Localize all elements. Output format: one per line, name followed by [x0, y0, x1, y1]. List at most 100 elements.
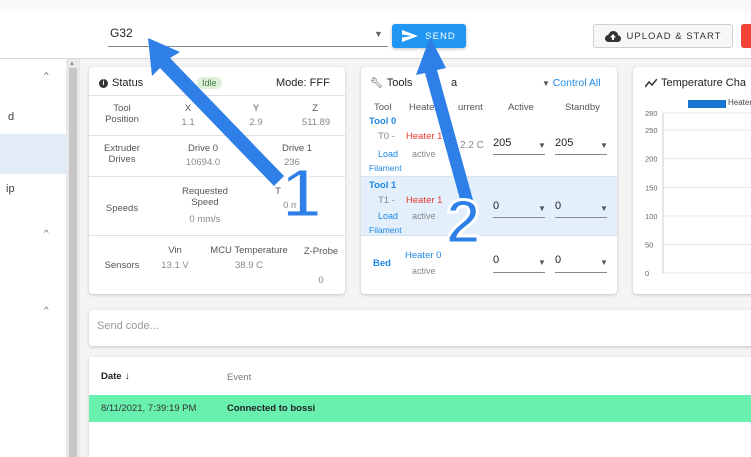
top-strip: [0, 0, 751, 12]
sidebar-active-item[interactable]: [0, 134, 66, 174]
tool-0-filament-label[interactable]: Filament: [369, 163, 402, 173]
temperature-title: Temperature Cha: [661, 77, 746, 89]
event-column-header[interactable]: Event: [227, 372, 251, 383]
tool-0-heater[interactable]: Heater 1: [406, 131, 442, 142]
extruder-drives-label: Extruder Drives: [104, 143, 140, 165]
mcu-temperature-value: 38.9 C: [235, 260, 263, 271]
tool-position-label: Tool Position: [105, 103, 139, 125]
control-all-label: Control All: [552, 77, 601, 89]
tool-0-id: T0 -: [378, 131, 395, 142]
select-underline: [555, 154, 607, 155]
sidebar-item-label[interactable]: d: [8, 111, 14, 123]
bed-name[interactable]: Bed: [373, 258, 391, 269]
tool-0-active-select[interactable]: 205: [493, 137, 511, 149]
tool-0-standby-select[interactable]: 205: [555, 137, 573, 149]
drive-1-label: Drive 1: [281, 143, 313, 154]
chevron-down-icon[interactable]: ▼: [600, 258, 608, 267]
scrollbar-thumb[interactable]: [69, 68, 77, 457]
sidebar-item-label[interactable]: ip: [6, 183, 15, 195]
info-icon: i: [99, 78, 108, 88]
col-current-header: urrent: [458, 102, 483, 113]
send-code-input[interactable]: [89, 310, 751, 346]
chevron-down-icon[interactable]: ▼: [538, 204, 546, 213]
chevron-down-icon[interactable]: ▼: [538, 141, 546, 150]
z-probe-label: Z-Probe: [303, 246, 339, 257]
y-tick-label: 0: [645, 269, 649, 278]
bed-heater[interactable]: Heater 0: [405, 250, 441, 261]
scroll-up-icon[interactable]: ▲: [69, 61, 75, 67]
tool-0-name[interactable]: Tool 0: [369, 116, 396, 127]
vin-value: 13.1 V: [161, 260, 189, 271]
y-tick-label: 250: [645, 126, 658, 135]
tools-title-fragment: a: [451, 77, 458, 89]
mode-label: Mode: FFF: [276, 77, 330, 89]
select-underline: [493, 272, 545, 273]
emergency-stop-button[interactable]: [741, 24, 751, 48]
bed-active-select[interactable]: 0: [493, 254, 499, 266]
chevron-down-icon: ▼: [542, 79, 550, 88]
chevron-up-icon[interactable]: ^: [44, 72, 49, 80]
arrow-down-icon: ↓: [124, 371, 130, 382]
tool-1-active-select[interactable]: 0: [493, 200, 499, 212]
tool-1-standby-select[interactable]: 0: [555, 200, 561, 212]
speeds-label: Speeds: [105, 203, 139, 214]
tool-1-name[interactable]: Tool 1: [369, 180, 396, 191]
axis-z-label: Z: [312, 103, 318, 114]
sensors-label: Sensors: [104, 260, 140, 271]
tool-0-load-button[interactable]: Load: [378, 149, 398, 159]
select-underline: [493, 154, 545, 155]
control-all-dropdown[interactable]: ▼ Control All: [542, 77, 601, 89]
y-tick-label: 50: [645, 240, 653, 249]
y-tick-label: 200: [645, 155, 658, 164]
tool-1-heater[interactable]: Heater 1: [406, 195, 442, 206]
requested-speed-label: Requested Speed: [182, 186, 228, 208]
y-tick-label: 150: [645, 183, 658, 192]
bed-state: active: [412, 266, 436, 276]
send-code-placeholder: Send code...: [97, 320, 159, 332]
axis-y-value: 2.9: [249, 117, 263, 128]
y-tick-label: 280: [645, 109, 658, 118]
status-badge: Idle: [197, 77, 222, 89]
annotation-marker-2: 2: [444, 188, 482, 257]
drive-0-label: Drive 0: [187, 143, 219, 154]
send-icon: [402, 30, 419, 42]
annotation-marker-1: 1: [281, 154, 323, 232]
tools-header: 🔧︎ Tools: [370, 77, 412, 89]
tool-0-current: 2.2 C: [460, 140, 484, 151]
wrench-icon: 🔧︎: [370, 77, 383, 89]
bed-standby-select[interactable]: 0: [555, 254, 561, 266]
col-heater-header: Heater: [409, 102, 438, 113]
select-underline: [555, 272, 607, 273]
tools-title: Tools: [386, 77, 413, 89]
requested-speed-value: 0 mm/s: [189, 214, 221, 225]
chevron-up-icon[interactable]: ^: [44, 307, 49, 315]
upload-start-button[interactable]: UPLOAD & START: [593, 24, 733, 48]
chevron-up-icon[interactable]: ^: [44, 230, 49, 238]
axis-z-value: 511.89: [301, 117, 331, 128]
divider: [89, 235, 345, 236]
send-button[interactable]: SEND: [392, 24, 466, 48]
tool-0-state: active: [412, 149, 436, 159]
col-active-header: Active: [508, 102, 534, 113]
axis-x-value: 1.1: [181, 117, 195, 128]
chevron-down-icon[interactable]: ▼: [538, 258, 546, 267]
select-underline: [493, 217, 545, 218]
tool-1-filament-label[interactable]: Filament: [369, 225, 402, 235]
status-header: i Status: [99, 77, 143, 89]
temperature-chart: 0 50 100 150 200 250 280: [645, 109, 751, 278]
send-label: SEND: [425, 30, 456, 42]
tool-1-load-button[interactable]: Load: [378, 211, 398, 221]
code-input[interactable]: G32: [110, 26, 382, 46]
chevron-down-icon[interactable]: ▼: [600, 204, 608, 213]
z-probe-value: 0: [318, 275, 324, 286]
axis-x-label: X: [184, 103, 192, 114]
date-column-header[interactable]: Date ↓: [101, 371, 130, 382]
event-date-cell: 8/11/2021, 7:39:19 PM: [101, 403, 197, 414]
code-input-underline: [108, 46, 388, 47]
chevron-down-icon[interactable]: ▼: [374, 29, 383, 39]
tool-1-state: active: [412, 211, 436, 221]
chevron-down-icon[interactable]: ▼: [600, 141, 608, 150]
date-header-label: Date: [101, 371, 122, 382]
mcu-temperature-label: MCU Temperature: [210, 245, 288, 256]
upload-start-label: UPLOAD & START: [626, 30, 722, 42]
